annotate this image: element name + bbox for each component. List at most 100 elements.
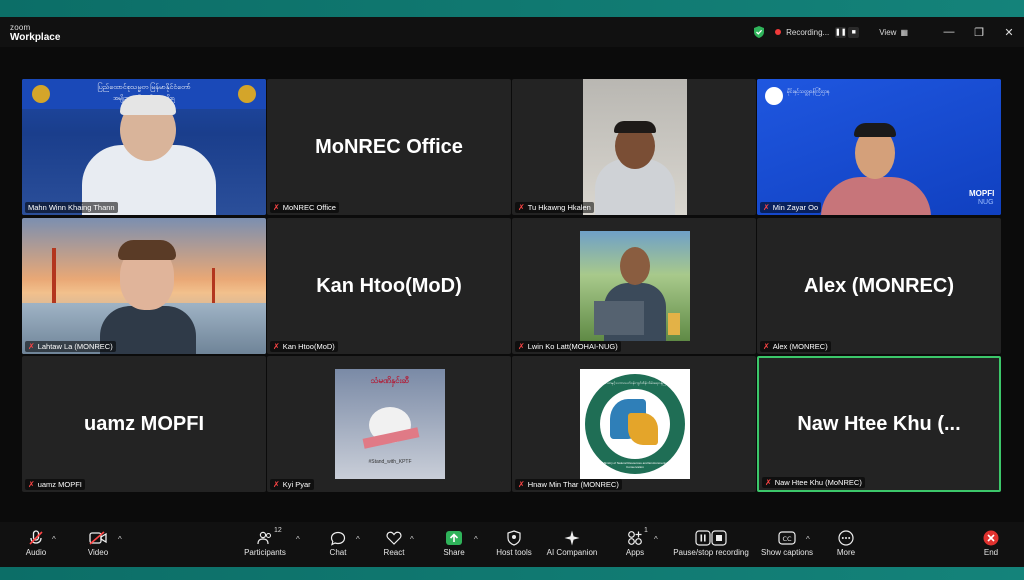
view-button[interactable]: View xyxy=(879,28,896,37)
person-hair xyxy=(120,95,176,115)
participants-count: 12 xyxy=(274,527,282,534)
sparkle-icon xyxy=(544,528,600,548)
desktop-background-top xyxy=(0,0,1024,17)
muted-mic-icon xyxy=(22,528,50,548)
state-seal-icon xyxy=(32,85,50,103)
restore-button[interactable]: ❐ xyxy=(964,26,994,39)
host-tools-button[interactable]: Host tools xyxy=(494,528,534,557)
participant-tile[interactable]: uamz MOPFI ✗ uamz MOPFI xyxy=(22,356,266,492)
drink-glass xyxy=(668,313,680,335)
participant-tile[interactable]: မိုင်းနှင့်သတ္တုဝန်ကြီးဌာန MOPFI NUG ✗ Mi… xyxy=(757,79,1001,215)
react-options-caret[interactable]: ^ xyxy=(410,535,414,544)
ai-companion-label: AI Companion xyxy=(546,548,598,557)
apps-label: Apps xyxy=(625,548,645,557)
stop-recording-button[interactable]: ■ xyxy=(848,26,860,38)
participant-name-label: ✗ uamz MOPFI xyxy=(25,479,85,490)
participant-video xyxy=(580,231,690,341)
participant-name-label: ✗ Kan Htoo(MoD) xyxy=(270,341,338,352)
react-button[interactable]: React xyxy=(380,528,408,557)
pause-recording-button[interactable]: ❚❚ xyxy=(835,26,847,38)
gallery-grid-icon[interactable]: ▦ xyxy=(900,28,908,37)
participant-tile[interactable]: Alex (MONREC) ✗ Alex (MONREC) xyxy=(757,218,1001,354)
participants-button[interactable]: 12 Participants xyxy=(240,527,290,557)
svg-text:CC: CC xyxy=(782,535,792,543)
pause-stop-recording-button[interactable]: Pause/stop recording xyxy=(670,528,752,557)
participant-display-name: Naw Htee Khu (... xyxy=(797,412,961,435)
captions-options-caret[interactable]: ^ xyxy=(806,535,810,544)
muted-mic-icon: ✗ xyxy=(518,342,525,351)
captions-label: Show captions xyxy=(760,548,814,557)
avatar-hair xyxy=(118,240,176,260)
participant-video xyxy=(22,218,266,354)
shield-check-icon[interactable] xyxy=(753,26,765,38)
participant-tile[interactable]: Kan Htoo(MoD) ✗ Kan Htoo(MoD) xyxy=(267,218,511,354)
end-meeting-button[interactable]: End xyxy=(978,528,1004,557)
participant-tile[interactable]: ✗ Tu Hkawng Hkalen xyxy=(512,79,756,215)
participant-name-label: ✗ Lwin Ko Latt(MOHAI-NUG) xyxy=(515,341,621,352)
more-button[interactable]: More xyxy=(832,528,860,557)
audio-label: Audio xyxy=(25,548,47,557)
end-label: End xyxy=(983,548,999,557)
participant-tile[interactable]: MoNREC Office ✗ MoNREC Office xyxy=(267,79,511,215)
muted-mic-icon: ✗ xyxy=(273,203,280,212)
muted-mic-icon: ✗ xyxy=(28,342,35,351)
ai-companion-button[interactable]: AI Companion xyxy=(544,528,600,557)
desktop-background-bottom xyxy=(0,567,1024,580)
zoom-window: zoom Workplace Recording... ❚❚ ■ View ▦ … xyxy=(0,17,1024,567)
react-label: React xyxy=(383,548,405,557)
bridge-tower xyxy=(212,268,215,308)
muted-mic-icon: ✗ xyxy=(763,203,770,212)
participants-label: Participants xyxy=(244,548,286,557)
participant-name-label: ✗ Alex (MONREC) xyxy=(760,341,831,352)
apps-count: 1 xyxy=(644,527,648,534)
shield-icon xyxy=(494,528,534,548)
participant-display-name: Alex (MONREC) xyxy=(803,274,954,297)
chat-label: Chat xyxy=(329,548,347,557)
person-head xyxy=(620,247,650,285)
participant-name-label: ✗ MoNREC Office xyxy=(270,202,339,213)
minimize-button[interactable]: — xyxy=(934,26,964,38)
apps-options-caret[interactable]: ^ xyxy=(654,535,658,544)
title-bar: zoom Workplace Recording... ❚❚ ■ View ▦ … xyxy=(0,17,1024,47)
video-button[interactable]: Video xyxy=(84,528,112,557)
pause-stop-label: Pause/stop recording xyxy=(673,548,749,557)
profile-picture: သယံဇာတနှင့်သဘာဝပတ်ဝန်းကျင်ထိန်းသိမ်းရေးဝ… xyxy=(580,369,690,479)
share-options-caret[interactable]: ^ xyxy=(474,535,478,544)
participant-tile[interactable]: သယံဇာတနှင့်သဘာဝပတ်ဝန်းကျင်ထိန်းသိမ်းရေးဝ… xyxy=(512,356,756,492)
participant-display-name: uamz MOPFI xyxy=(83,412,204,435)
host-tools-label: Host tools xyxy=(496,548,532,557)
participants-options-caret[interactable]: ^ xyxy=(296,535,300,544)
muted-mic-icon: ✗ xyxy=(28,480,35,489)
audio-button[interactable]: Audio xyxy=(22,528,50,557)
person-hair xyxy=(854,123,896,137)
participant-tile-active-speaker[interactable]: Naw Htee Khu (... ✗ Naw Htee Khu (MoNREC) xyxy=(757,356,1001,492)
close-window-button[interactable]: ✕ xyxy=(994,26,1024,39)
ministry-logo-icon xyxy=(765,87,783,105)
video-options-caret[interactable]: ^ xyxy=(118,535,122,544)
chat-options-caret[interactable]: ^ xyxy=(356,535,360,544)
share-screen-icon xyxy=(440,528,468,548)
participant-tile[interactable]: သံမဏိနှင်းဆီ #Stand_with_KPTF ✗ Kyi Pyar xyxy=(267,356,511,492)
participants-icon: 12 xyxy=(240,527,290,548)
apps-button[interactable]: 1 Apps xyxy=(622,527,648,557)
recording-dot-icon xyxy=(775,29,782,35)
profile-picture: သံမဏိနှင်းဆီ #Stand_with_KPTF xyxy=(335,369,445,479)
muted-mic-icon: ✗ xyxy=(273,480,280,489)
participant-display-name: MoNREC Office xyxy=(315,135,463,158)
audio-options-caret[interactable]: ^ xyxy=(52,535,56,544)
poster-title: သံမဏိနှင်းဆီ xyxy=(370,376,410,385)
participant-name-label: ✗ Naw Htee Khu (MoNREC) xyxy=(762,477,865,488)
share-button[interactable]: Share xyxy=(440,528,468,557)
participant-name-label: ✗ Kyi Pyar xyxy=(270,479,314,490)
muted-mic-icon: ✗ xyxy=(763,342,770,351)
muted-mic-icon: ✗ xyxy=(518,203,525,212)
participant-video: ပြည်ထောင်စုသမ္မတ မြန်မာနိုင်ငံတော် အမျို… xyxy=(22,79,266,215)
heart-icon xyxy=(380,528,408,548)
chat-button[interactable]: Chat xyxy=(326,528,350,557)
participant-tile[interactable]: ပြည်ထောင်စုသမ္မတ မြန်မာနိုင်ငံတော် အမျို… xyxy=(22,79,266,215)
apps-icon: 1 xyxy=(622,527,648,548)
participant-name-label: ✗ Lahtaw La (MONREC) xyxy=(25,341,116,352)
participant-tile[interactable]: ✗ Lahtaw La (MONREC) xyxy=(22,218,266,354)
participant-tile[interactable]: ✗ Lwin Ko Latt(MOHAI-NUG) xyxy=(512,218,756,354)
participant-name-label: ✗ Tu Hkawng Hkalen xyxy=(515,202,594,213)
